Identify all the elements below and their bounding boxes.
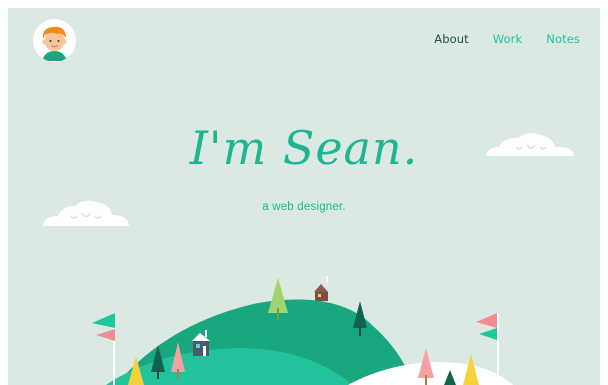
page: About Work Notes I'm Sean. a web designe… (8, 8, 600, 385)
hero-title: I'm Sean. (189, 121, 419, 175)
landscape-scene (43, 133, 574, 385)
nav-notes[interactable]: Notes (546, 32, 580, 46)
house-icon (314, 276, 328, 301)
nav-work[interactable]: Work (493, 32, 523, 46)
main-nav: About Work Notes (434, 32, 580, 46)
hero-subtitle: a web designer. (262, 201, 346, 213)
nav-about[interactable]: About (434, 32, 469, 46)
avatar-boy-face-icon (33, 19, 76, 62)
avatar[interactable] (33, 19, 76, 62)
flag-icon (92, 313, 115, 385)
